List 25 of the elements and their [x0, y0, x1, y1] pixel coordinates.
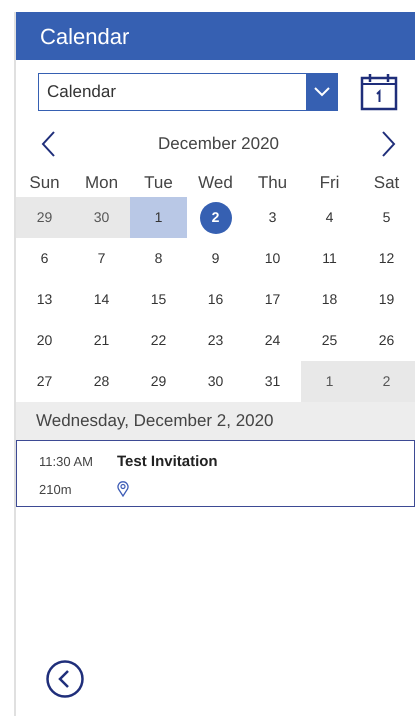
weekday-label: Mon: [84, 172, 120, 194]
event-title: Test Invitation: [117, 452, 218, 472]
weekday-label: Fri: [318, 172, 340, 194]
dropdown-value: Calendar: [46, 81, 117, 104]
weekday-label: Wed: [197, 172, 234, 194]
day-cell[interactable]: 30: [73, 197, 130, 238]
month-title: December 2020: [158, 133, 279, 156]
day-cell[interactable]: 1: [130, 197, 187, 238]
header-title: Calendar: [40, 22, 130, 50]
day-cell[interactable]: 29: [16, 197, 73, 238]
back-button[interactable]: [46, 660, 84, 698]
calendar-dropdown[interactable]: Calendar: [38, 73, 338, 111]
calendar-icon[interactable]: [360, 73, 398, 111]
weekday-label: Thu: [256, 172, 288, 194]
chevron-down-icon: [306, 74, 337, 110]
day-cell[interactable]: 1: [301, 361, 358, 402]
weekday-label: Sat: [372, 172, 400, 194]
event-duration: 210m: [39, 480, 73, 498]
event-card[interactable]: 11:30 AM Test Invitation 210m: [16, 440, 415, 507]
event-time: 11:30 AM: [39, 453, 94, 471]
selected-date: Wednesday, December 2, 2020: [36, 410, 274, 432]
weekday-label: Tue: [143, 172, 174, 194]
location-pin-icon: [117, 481, 129, 498]
day-cell[interactable]: 2: [358, 361, 415, 402]
weekday-label: Sun: [28, 172, 61, 194]
